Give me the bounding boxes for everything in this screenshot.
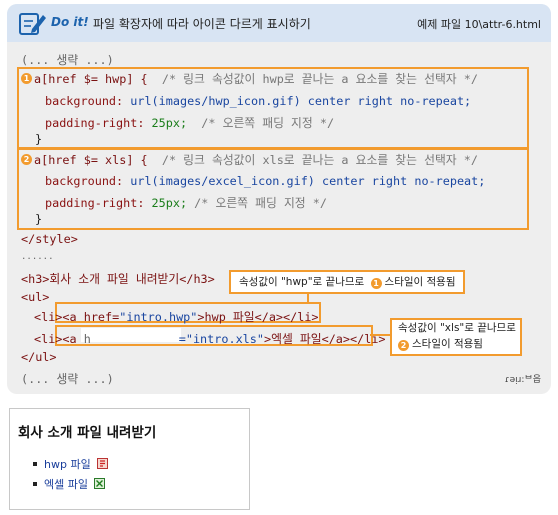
code-comment: /* 오른쪽 패딩 지정 */ bbox=[201, 116, 335, 130]
list-item-xls: 엑셀 파일 bbox=[44, 476, 105, 492]
code-href-xls: ="intro.xls" bbox=[178, 332, 264, 346]
code-h3-line: <h3>회사 소개 파일 내려받기</h3> bbox=[21, 272, 215, 286]
example-header: Do it! 파일 확장자에 따라 아이콘 다르게 표시하기 예제 파일 10\… bbox=[7, 4, 551, 42]
example-panel: Do it! 파일 확장자에 따라 아이콘 다르게 표시하기 예제 파일 10\… bbox=[7, 4, 551, 394]
link-xls[interactable]: 엑셀 파일 bbox=[44, 478, 88, 491]
example-title: 파일 확장자에 따라 아이콘 다르게 표시하기 bbox=[93, 17, 311, 31]
code-line-b1-pad: padding-right: 25px; /* 오른쪽 패딩 지정 */ bbox=[45, 114, 334, 131]
example-file-path: 예제 파일 10\attr-6.html bbox=[417, 18, 541, 31]
code-line-b1-bg: background: url(images/hwp_icon.gif) cen… bbox=[45, 94, 471, 108]
code-style-close: </style> bbox=[21, 232, 78, 246]
hwp-file-icon bbox=[96, 458, 108, 469]
code-li-tag: <li> bbox=[34, 310, 63, 324]
code-comment: /* 오른쪽 패딩 지정 */ bbox=[194, 196, 327, 210]
code-line-b2-selector: a[href $= xls] { /* 링크 속성값이 xls로 끝나는 a 요… bbox=[34, 151, 478, 168]
code-a-rest: >hwp 파일</a></li> bbox=[197, 310, 319, 324]
pencil-note-icon bbox=[19, 13, 46, 35]
code-comment-hwp: /* 링크 속성값이 hwp로 끝나는 a 요소를 찾는 선택자 */ bbox=[161, 72, 478, 86]
code-value: url(images/hwp_icon.gif) center right no… bbox=[130, 94, 472, 108]
code-comment-xls: /* 링크 속성값이 xls로 끝나는 a 요소를 찾는 선택자 */ bbox=[161, 153, 478, 167]
code-line-b1-selector: a[href $= hwp] { /* 링크 속성값이 hwp로 끝나는 a 요… bbox=[34, 70, 478, 87]
list-bullet bbox=[33, 482, 37, 486]
callout-xls-line2: 스타일이 적용됨 bbox=[412, 338, 483, 350]
callout-xls: 속성값이 "xls"로 끝나므로 2 스타일이 적용됨 bbox=[390, 318, 522, 356]
code-number: 25px; bbox=[151, 196, 188, 210]
code-close-brace: } bbox=[35, 132, 43, 146]
code-prop: background: bbox=[45, 94, 124, 108]
code-selector-hwp: a[href $= hwp] { bbox=[34, 72, 148, 86]
result-preview: 회사 소개 파일 내려받기 hwp 파일 엑셀 파일 bbox=[9, 408, 250, 510]
code-line-b2-pad: padding-right: 25px; /* 오른쪽 패딩 지정 */ bbox=[45, 194, 327, 211]
result-title: 회사 소개 파일 내려받기 bbox=[18, 425, 157, 441]
code-li-xls: <li><a h ="intro.xls">엑셀 파일</a></li> bbox=[34, 330, 386, 347]
callout-hwp-text2: 스타일이 적용됨 bbox=[384, 276, 456, 288]
code-dots: ...... bbox=[21, 252, 54, 262]
callout-connector-xls bbox=[370, 334, 390, 336]
code-line-b2-bg: background: url(images/excel_icon.gif) c… bbox=[45, 174, 485, 188]
marker-2-inline: 2 bbox=[398, 340, 409, 351]
code-prop: background: bbox=[45, 174, 124, 188]
code-ul-close: </ul> bbox=[21, 350, 57, 364]
link-hwp[interactable]: hwp 파일 bbox=[44, 458, 91, 471]
code-a-rest: >엑셀 파일</a></li> bbox=[263, 332, 386, 346]
code-ellipsis-top: (... 생략 ...) bbox=[21, 53, 114, 67]
code-ellipsis-bottom: (... 생략 ...) bbox=[21, 372, 114, 386]
code-selector-xls: a[href $= xls] { bbox=[34, 153, 148, 167]
marker-1-inline: 1 bbox=[370, 278, 382, 289]
code-a-tag: <a href= bbox=[62, 310, 120, 324]
list-bullet bbox=[33, 462, 37, 466]
excel-file-icon bbox=[93, 478, 105, 489]
footer-mark: ɾǝᴉɹ:ᄇ읍 bbox=[504, 375, 541, 385]
code-value: url(images/excel_icon.gif) center right … bbox=[130, 174, 486, 188]
code-prop: padding-right: bbox=[45, 196, 145, 210]
callout-hwp-text: 속성값이 "hwp"로 끝나므로 bbox=[239, 276, 365, 288]
code-li-hwp: <li><a href="intro.hwp">hwp 파일</a></li> bbox=[34, 308, 319, 325]
code-prop: padding-right: bbox=[45, 116, 145, 130]
list-item-hwp: hwp 파일 bbox=[44, 456, 108, 472]
callout-hwp: 속성값이 "hwp"로 끝나므로 1 스타일이 적용됨 bbox=[229, 270, 465, 294]
code-obscured-h: h bbox=[83, 332, 91, 346]
code-close-brace: } bbox=[35, 212, 43, 226]
code-a-tag: <a bbox=[62, 332, 77, 346]
code-number: 25px; bbox=[151, 116, 188, 130]
code-href-hwp: "intro.hwp" bbox=[119, 310, 198, 324]
code-ul-open: <ul> bbox=[21, 290, 50, 304]
marker-2: 2 bbox=[21, 154, 32, 165]
callout-xls-line1: 속성값이 "xls"로 끝나므로 bbox=[398, 322, 516, 334]
marker-1: 1 bbox=[21, 73, 32, 84]
code-li-tag: <li> bbox=[34, 332, 63, 346]
doit-label: Do it! bbox=[51, 15, 89, 29]
